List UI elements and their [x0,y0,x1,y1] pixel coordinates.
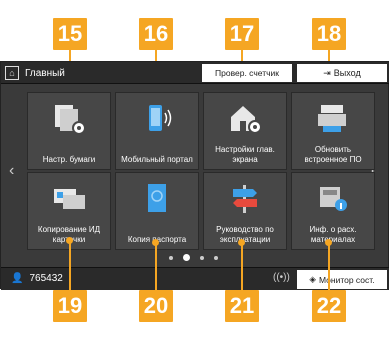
callout-15: 15 [53,18,87,50]
leader-dot [66,237,73,244]
id-card-copy-icon [51,183,87,215]
leader-dot [152,239,159,246]
check-counter-button[interactable]: Провер. счетчик [202,64,292,82]
callout-16: 16 [139,18,173,50]
paper-settings-icon [51,103,87,135]
leader-dot [238,239,245,246]
passport-copy-icon [139,183,175,215]
page-dot[interactable] [200,255,204,260]
consumables-icon [315,183,351,215]
mobile-portal-icon [139,103,175,135]
callout-22: 22 [312,290,346,322]
home-tab[interactable]: ⌂ Главный [1,62,201,84]
tile-label: Настр. бумаги [42,155,96,164]
leader-dot [325,239,332,246]
page-dot-active[interactable] [183,254,190,261]
logout-button[interactable]: ⇥ Выход [297,64,387,82]
control-panel-screen: ⌂ Главный Провер. счетчик ⇥ Выход ‹ › На… [0,61,389,290]
tile-label: Мобильный портал [121,155,193,164]
home-label: Главный [25,67,65,79]
bottom-bar: 👤 765432 ((•)) ◈ Монитор сост. [1,267,389,290]
callout-19: 19 [53,290,87,322]
user-info: 👤 765432 [11,273,63,284]
logout-icon: ⇥ [323,67,331,78]
monitor-icon: ◈ [309,274,316,284]
callout-21: 21 [225,290,259,322]
tile-consumables[interactable]: Инф. о расх. материалах [291,172,375,250]
callout-20: 20 [139,290,173,322]
tile-firmware-update[interactable]: Обновить встроенное ПО [291,92,375,170]
user-id: 765432 [29,273,63,284]
home-icon: ⌂ [5,66,19,80]
page-indicator [169,254,218,261]
tile-manual[interactable]: Руководство по эксплуатации [203,172,287,250]
page-dot[interactable] [169,255,173,260]
callout-17: 17 [225,18,259,50]
leader-line [328,242,330,290]
status-monitor-button[interactable]: ◈ Монитор сост. [297,270,387,289]
tile-label: Инф. о расх. материалах [309,225,357,244]
logout-label: Выход [333,68,361,78]
tile-label: Обновить встроенное ПО [304,145,362,164]
tile-paper-settings[interactable]: Настр. бумаги [27,92,111,170]
wireless-icon: ((•)) [273,272,290,283]
tile-label: Руководство по эксплуатации [216,225,274,244]
top-bar: ⌂ Главный Провер. счетчик ⇥ Выход [1,62,389,84]
user-icon: 👤 [11,273,24,284]
page-dot[interactable] [214,255,218,260]
home-settings-icon [227,103,263,135]
leader-line [69,240,71,290]
tile-mobile-portal[interactable]: Мобильный портал [115,92,199,170]
leader-line [241,242,243,290]
tile-passport-copy[interactable]: Копия паспорта [115,172,199,250]
scroll-left-icon[interactable]: ‹ [9,162,14,180]
leader-line [155,242,157,290]
callout-18: 18 [312,18,346,50]
firmware-update-icon [315,103,351,135]
manual-icon [227,183,263,215]
tile-home-settings[interactable]: Настройки глав. экрана [203,92,287,170]
tile-label: Настройки глав. экрана [215,145,275,164]
